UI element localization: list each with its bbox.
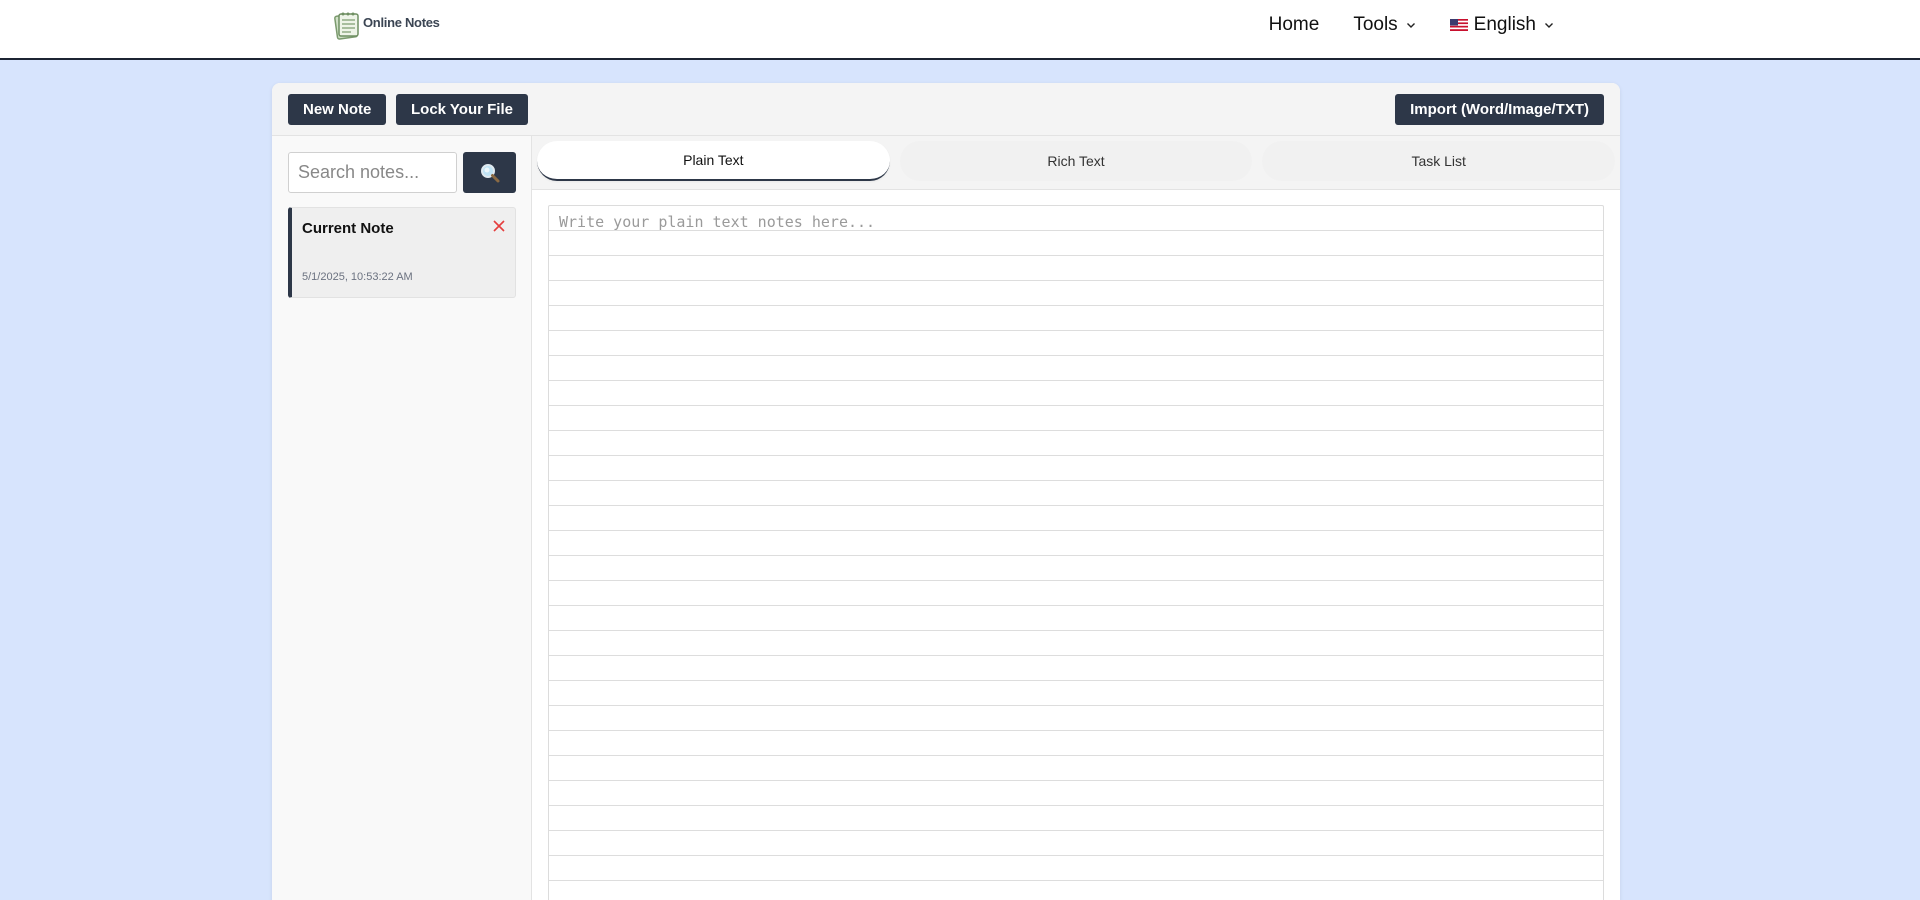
lock-file-button[interactable]: Lock Your File xyxy=(396,94,528,125)
lined-paper xyxy=(548,205,1604,900)
plain-text-editor[interactable] xyxy=(549,206,1603,900)
nav-home-link[interactable]: Home xyxy=(1269,14,1320,36)
search-button[interactable] xyxy=(463,152,516,193)
top-navbar: Online Notes Home Tools English xyxy=(0,0,1920,60)
us-flag-icon xyxy=(1449,19,1468,31)
editor-panel: Plain Text Rich Text Task List xyxy=(532,136,1620,900)
tab-task-list[interactable]: Task List xyxy=(1262,141,1616,181)
new-note-button[interactable]: New Note xyxy=(288,94,387,125)
nav-tools-dropdown[interactable]: Tools xyxy=(1353,14,1415,36)
language-label: English xyxy=(1473,14,1536,35)
tab-rich-text[interactable]: Rich Text xyxy=(899,141,1253,181)
note-title: Current Note xyxy=(302,220,394,237)
logo-text: Online Notes xyxy=(363,14,440,30)
notes-sidebar: Current Note 5/1/2025, 10:53:22 AM xyxy=(272,136,532,900)
note-date: 5/1/2025, 10:53:22 AM xyxy=(302,271,413,283)
nav-links: Home Tools English xyxy=(1269,0,1554,50)
tab-plain-text[interactable]: Plain Text xyxy=(537,141,890,181)
toolbar: New Note Lock Your File Import (Word/Ima… xyxy=(272,83,1620,136)
chevron-down-icon xyxy=(1545,23,1553,28)
chevron-down-icon xyxy=(1406,23,1415,28)
notepad-logo-icon xyxy=(334,12,359,40)
import-button[interactable]: Import (Word/Image/TXT) xyxy=(1395,94,1604,125)
notes-app-card: New Note Lock Your File Import (Word/Ima… xyxy=(272,83,1620,900)
nav-tools-label: Tools xyxy=(1353,14,1398,35)
search-input[interactable] xyxy=(288,152,457,193)
note-list-item[interactable]: Current Note 5/1/2025, 10:53:22 AM xyxy=(288,207,516,298)
editor-tabs: Plain Text Rich Text Task List xyxy=(532,136,1620,190)
magnifier-icon xyxy=(480,163,499,182)
language-selector[interactable]: English xyxy=(1449,14,1554,36)
close-icon[interactable] xyxy=(492,219,506,233)
site-logo[interactable]: Online Notes xyxy=(333,9,440,41)
